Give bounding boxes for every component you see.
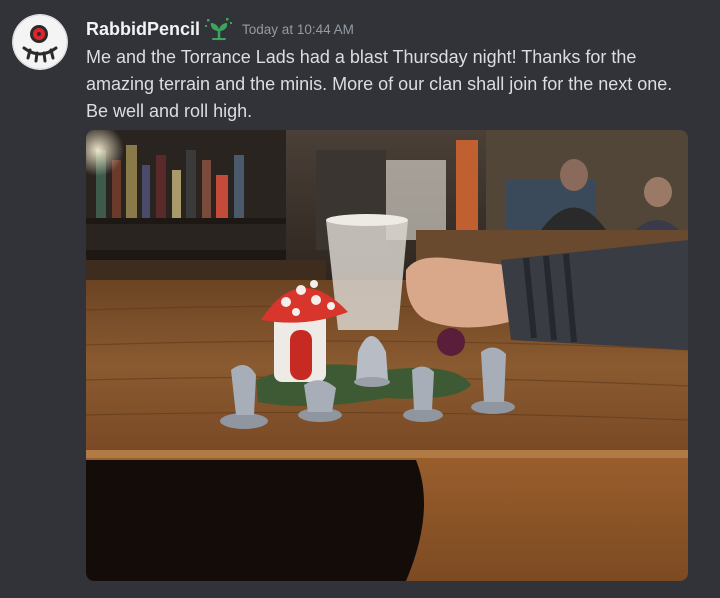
sprout-icon[interactable] — [204, 17, 234, 41]
message-content: Me and the Torrance Lads had a blast Thu… — [86, 47, 673, 121]
skull-avatar-icon — [12, 14, 68, 70]
chat-message: RabbidPencil Today at 10:44 AM Me and th… — [0, 0, 720, 598]
username[interactable]: RabbidPencil — [86, 19, 200, 40]
image-attachment[interactable] — [86, 130, 688, 581]
user-avatar[interactable] — [12, 14, 68, 70]
message-header: RabbidPencil Today at 10:44 AM — [86, 15, 354, 43]
message-timestamp[interactable]: Today at 10:44 AM — [242, 22, 354, 37]
miniatures-photo — [86, 130, 688, 581]
